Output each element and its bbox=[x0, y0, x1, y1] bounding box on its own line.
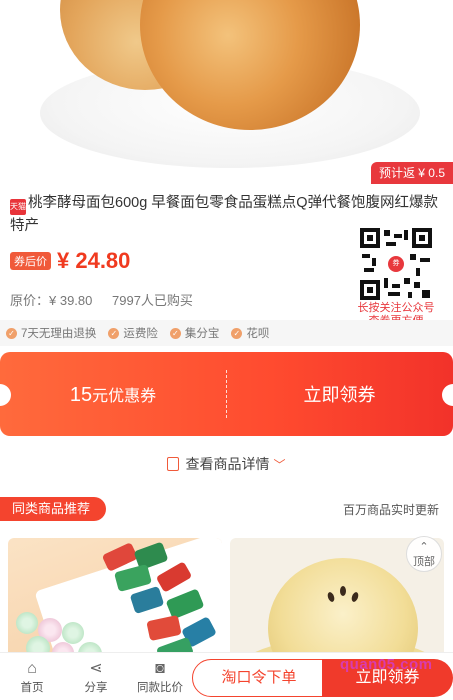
chevron-down-icon: ﹀ bbox=[273, 458, 286, 472]
home-icon: ⌂ bbox=[27, 660, 37, 677]
check-icon: ✓ bbox=[108, 327, 120, 339]
view-details-link[interactable]: 查看商品详情 ﹀ bbox=[0, 454, 453, 474]
coupon-price-tag: 券后价 bbox=[10, 252, 51, 270]
camera-icon: ◙ bbox=[155, 660, 165, 677]
check-icon: ✓ bbox=[6, 327, 17, 339]
apple-half bbox=[268, 558, 418, 662]
coupon-amount: 15元优惠券 bbox=[0, 382, 226, 407]
coupon-amount-suffix: 元优惠券 bbox=[92, 387, 157, 405]
product-image bbox=[0, 0, 453, 187]
claim-coupon-button[interactable]: 立即领券 bbox=[226, 381, 453, 407]
taokouling-order-button[interactable]: 淘口令下单 bbox=[192, 659, 326, 697]
check-icon: ✓ bbox=[169, 327, 181, 339]
qr-code-icon[interactable]: 券 bbox=[360, 228, 432, 300]
check-icon: ✓ bbox=[231, 327, 243, 339]
service-bar: ✓ 7天无理由退换 ✓ 运费险 ✓ 集分宝 ✓ 花呗 bbox=[0, 320, 453, 346]
qr-caption-line1: 长按关注公众号 bbox=[357, 302, 435, 314]
coupon-price: ¥ 24.80 bbox=[57, 248, 131, 273]
tmall-icon: 天猫 bbox=[10, 199, 26, 215]
similar-products-title: 同类商品推荐 bbox=[0, 497, 107, 521]
service-shipping-insurance: ✓ 运费险 bbox=[108, 325, 158, 341]
original-price: 原价：¥ 39.80 bbox=[10, 293, 93, 308]
similar-products-subtitle: 百万商品实时更新 bbox=[342, 503, 439, 517]
service-jifenbao: ✓ 集分宝 bbox=[169, 325, 219, 341]
coupon-card[interactable]: 15元优惠券 立即领券 bbox=[0, 352, 453, 436]
share-icon: ⋖ bbox=[89, 660, 103, 677]
rebate-badge: 预计返 ¥ 0.5 bbox=[370, 162, 453, 184]
tab-home-label: 首页 bbox=[20, 682, 44, 694]
back-to-top-button[interactable]: ⌃ 顶部 bbox=[406, 536, 442, 572]
service-return: ✓ 7天无理由退换 bbox=[6, 325, 96, 341]
coupon-amount-value: 15 bbox=[69, 383, 93, 406]
arrow-up-icon: ⌃ bbox=[419, 541, 429, 553]
back-to-top-label: 顶部 bbox=[413, 556, 435, 568]
tab-home[interactable]: ⌂ 首页 bbox=[0, 659, 64, 695]
tab-compare-label: 同款比价 bbox=[137, 682, 183, 694]
qr-logo: 券 bbox=[388, 256, 404, 272]
watermark: quan05.com bbox=[340, 656, 433, 673]
document-icon bbox=[167, 457, 180, 471]
view-details-label: 查看商品详情 bbox=[185, 456, 270, 472]
tab-compare[interactable]: ◙ 同款比价 bbox=[128, 659, 192, 695]
coupon-divider bbox=[226, 370, 227, 418]
tab-share[interactable]: ⋖ 分享 bbox=[64, 659, 128, 695]
original-price-row: 原价：¥ 39.80 7997人已购买 bbox=[10, 290, 209, 309]
service-huabei: ✓ 花呗 bbox=[231, 325, 269, 341]
similar-products-header: 同类商品推荐 百万商品实时更新 bbox=[0, 497, 453, 521]
tab-share-label: 分享 bbox=[84, 682, 108, 694]
price-row: 券后价 ¥ 24.80 bbox=[10, 248, 130, 274]
sold-count: 7997人已购买 bbox=[112, 293, 193, 308]
product-card[interactable] bbox=[8, 538, 222, 662]
